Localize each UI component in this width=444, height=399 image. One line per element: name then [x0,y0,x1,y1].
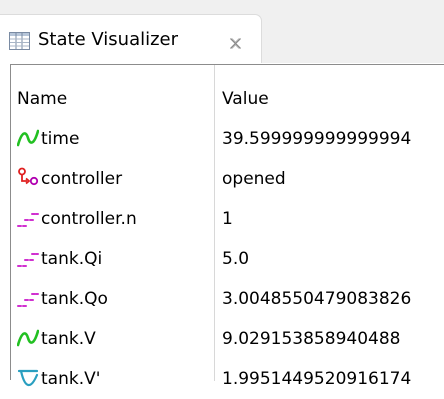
table-row[interactable]: tank.Qo 3.0048550479083826 [11,279,444,319]
column-header-name[interactable]: Name [17,79,213,119]
variable-value: 5.0 [222,249,250,269]
table-row[interactable]: tank.V' 1.9951449520916174 [11,359,444,399]
variable-name-cell: tank.Qi [17,239,213,279]
variable-name-cell: tank.V [17,319,213,359]
table-row[interactable]: controller.n 1 [11,199,444,239]
table-view-icon [9,32,30,50]
table-row[interactable]: time 39.599999999999994 [11,119,444,159]
table-row[interactable]: tank.Qi 5.0 [11,239,444,279]
continuous-variable-icon [17,127,39,149]
tab-title: State Visualizer [38,29,179,50]
table-row[interactable]: controller opened [11,159,444,199]
close-icon[interactable] [229,35,242,49]
variable-name: controller [41,169,123,189]
variable-name-cell: controller [17,159,213,199]
table-row[interactable]: tank.V 9.029153858940488 [11,319,444,359]
variable-name-cell: tank.V' [17,359,213,399]
continuous-variable-icon [17,327,39,349]
variable-name: tank.V' [41,369,101,389]
discrete-variable-icon [17,287,39,309]
variable-value: 1.9951449520916174 [222,369,412,389]
tab-bar: State Visualizer [0,0,444,63]
variable-name: time [41,129,80,149]
variable-value: 1 [222,209,233,229]
variable-name: controller.n [41,209,137,229]
state-table: Name Value time 39.599999999999994 control… [10,64,444,389]
variable-name-cell: tank.Qo [17,279,213,319]
variable-name: tank.V [41,329,96,349]
derivative-variable-icon [17,367,39,389]
discrete-variable-icon [17,207,39,229]
variable-value: 39.599999999999994 [222,129,412,149]
variable-value: opened [222,169,286,189]
variable-name: tank.Qo [41,289,108,309]
tab-state-visualizer[interactable]: State Visualizer [0,14,262,63]
variable-name: tank.Qi [41,249,103,269]
state-machine-icon [17,167,39,189]
variable-name-cell: time [17,119,213,159]
discrete-variable-icon [17,247,39,269]
variable-name-cell: controller.n [17,199,213,239]
variable-value: 3.0048550479083826 [222,289,412,309]
column-header-value[interactable]: Value [222,79,444,119]
table-header: Name Value [11,79,444,119]
variable-value: 9.029153858940488 [222,329,401,349]
